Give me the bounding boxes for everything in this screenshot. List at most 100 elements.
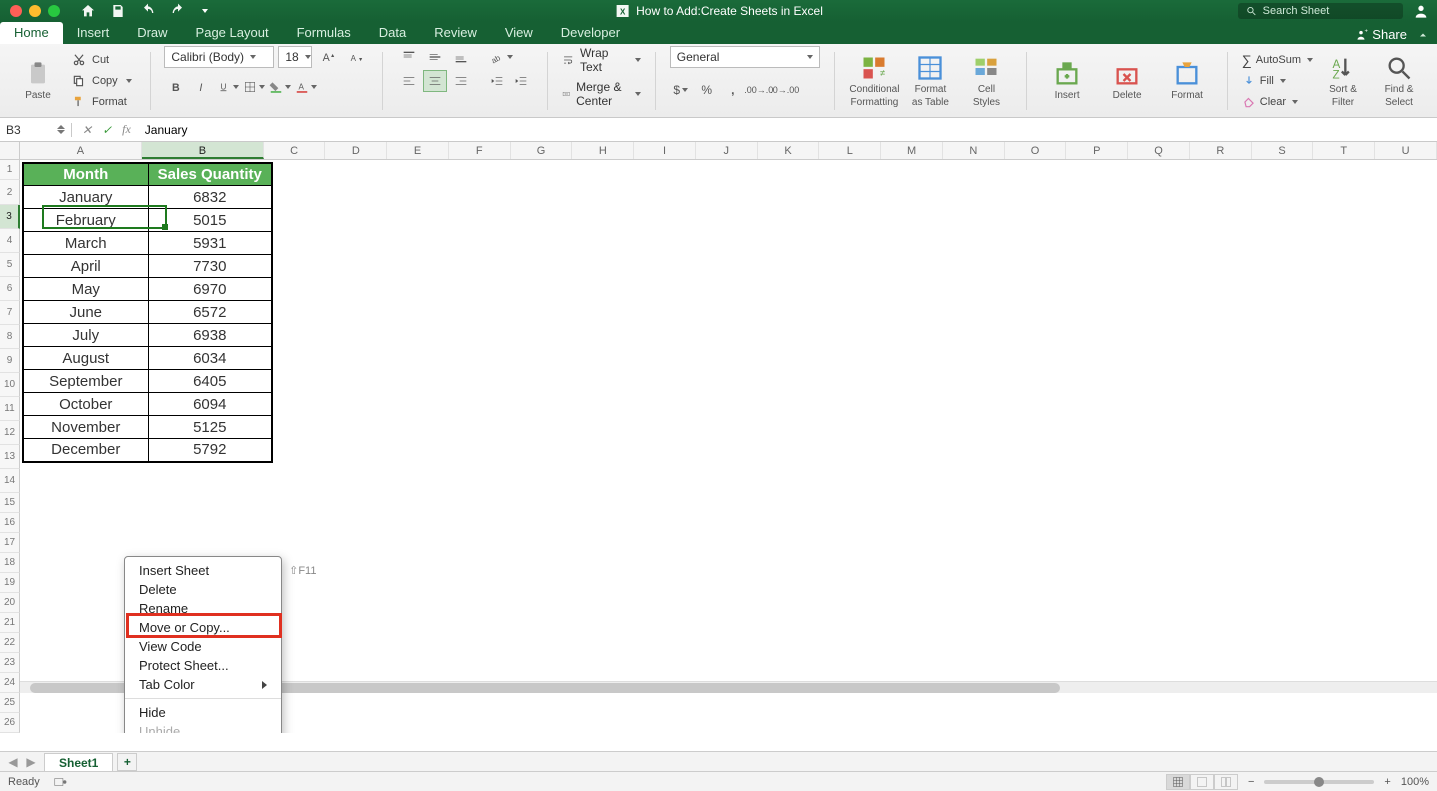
- borders-button[interactable]: [242, 76, 266, 98]
- column-header-F[interactable]: F: [449, 142, 511, 159]
- column-header-C[interactable]: C: [264, 142, 326, 159]
- context-menu-move-or-copy[interactable]: Move or Copy...: [125, 618, 281, 637]
- number-format-combo[interactable]: General: [670, 46, 820, 68]
- format-as-table-button[interactable]: Formatas Table: [904, 50, 956, 112]
- column-header-L[interactable]: L: [819, 142, 881, 159]
- font-name-combo[interactable]: Calibri (Body): [164, 46, 274, 68]
- table-cell[interactable]: 5015: [148, 209, 272, 232]
- increase-font-button[interactable]: A▲: [316, 46, 340, 68]
- table-cell[interactable]: November: [23, 416, 148, 439]
- column-header-J[interactable]: J: [696, 142, 758, 159]
- table-cell[interactable]: October: [23, 393, 148, 416]
- table-cell[interactable]: 6094: [148, 393, 272, 416]
- table-cell[interactable]: 6832: [148, 186, 272, 209]
- format-painter-button[interactable]: Format: [68, 92, 136, 112]
- ribbon-tab-data[interactable]: Data: [365, 22, 420, 44]
- wrap-text-button[interactable]: Wrap Text: [562, 46, 641, 74]
- context-menu-view-code[interactable]: View Code: [125, 637, 281, 656]
- row-header-15[interactable]: 15: [0, 493, 20, 513]
- table-cell[interactable]: February: [23, 209, 148, 232]
- redo-icon[interactable]: [170, 3, 186, 19]
- row-header-6[interactable]: 6: [0, 277, 20, 301]
- accounting-format-button[interactable]: $: [670, 80, 692, 100]
- row-header-23[interactable]: 23: [0, 653, 20, 673]
- row-header-11[interactable]: 11: [0, 397, 20, 421]
- italic-button[interactable]: I: [190, 76, 214, 98]
- fill-color-button[interactable]: [268, 76, 292, 98]
- row-header-26[interactable]: 26: [0, 713, 20, 733]
- column-header-D[interactable]: D: [325, 142, 387, 159]
- column-header-G[interactable]: G: [511, 142, 573, 159]
- bold-button[interactable]: B: [164, 76, 188, 98]
- underline-button[interactable]: U: [216, 76, 240, 98]
- insert-button[interactable]: Insert: [1041, 50, 1093, 112]
- page-break-view-button[interactable]: [1214, 774, 1238, 790]
- comma-format-button[interactable]: ,: [722, 80, 744, 100]
- sheet-nav-first[interactable]: ◀: [6, 755, 20, 769]
- add-sheet-button[interactable]: +: [117, 753, 137, 771]
- maximize-window-button[interactable]: [48, 5, 60, 17]
- table-cell[interactable]: May: [23, 278, 148, 301]
- row-header-10[interactable]: 10: [0, 373, 20, 397]
- row-header-1[interactable]: 1: [0, 160, 20, 180]
- zoom-slider[interactable]: [1264, 780, 1374, 784]
- increase-decimal-button[interactable]: .00→.0: [748, 80, 770, 100]
- column-header-H[interactable]: H: [572, 142, 634, 159]
- share-button[interactable]: + Share: [1354, 27, 1407, 42]
- table-cell[interactable]: 6034: [148, 347, 272, 370]
- column-header-M[interactable]: M: [881, 142, 943, 159]
- name-box[interactable]: B3: [0, 123, 72, 137]
- row-header-8[interactable]: 8: [0, 325, 20, 349]
- close-window-button[interactable]: [10, 5, 22, 17]
- row-header-14[interactable]: 14: [0, 469, 20, 493]
- align-right-button[interactable]: [449, 70, 473, 92]
- row-header-19[interactable]: 19: [0, 573, 20, 593]
- row-header-4[interactable]: 4: [0, 229, 20, 253]
- conditional-formatting-button[interactable]: ≠ConditionalFormatting: [848, 50, 900, 112]
- row-header-21[interactable]: 21: [0, 613, 20, 633]
- column-header-B[interactable]: B: [142, 142, 264, 159]
- save-icon[interactable]: [110, 3, 126, 19]
- row-header-2[interactable]: 2: [0, 180, 20, 205]
- context-menu-insert-sheet[interactable]: Insert Sheet⇧F11: [125, 561, 281, 580]
- table-cell[interactable]: July: [23, 324, 148, 347]
- cut-button[interactable]: Cut: [68, 50, 136, 70]
- table-cell[interactable]: 6405: [148, 370, 272, 393]
- row-header-24[interactable]: 24: [0, 673, 20, 693]
- table-cell[interactable]: September: [23, 370, 148, 393]
- table-cell[interactable]: April: [23, 255, 148, 278]
- ribbon-tab-home[interactable]: Home: [0, 22, 63, 44]
- paste-button[interactable]: Paste: [12, 50, 64, 112]
- row-header-25[interactable]: 25: [0, 693, 20, 713]
- table-cell[interactable]: 6938: [148, 324, 272, 347]
- table-cell[interactable]: 5792: [148, 439, 272, 462]
- sheet-tab-active[interactable]: Sheet1: [44, 753, 113, 772]
- autosum-button[interactable]: ∑AutoSum: [1242, 50, 1313, 70]
- table-cell[interactable]: January: [23, 186, 148, 209]
- qat-dropdown[interactable]: [202, 9, 208, 13]
- zoom-out-button[interactable]: −: [1248, 776, 1254, 788]
- table-cell[interactable]: 6970: [148, 278, 272, 301]
- column-header-A[interactable]: A: [20, 142, 143, 159]
- ribbon-tab-developer[interactable]: Developer: [547, 22, 634, 44]
- select-all-corner[interactable]: [0, 142, 20, 159]
- home-icon[interactable]: [80, 3, 96, 19]
- ribbon-tab-view[interactable]: View: [491, 22, 547, 44]
- page-layout-view-button[interactable]: [1190, 774, 1214, 790]
- increase-indent-button[interactable]: [509, 70, 533, 92]
- formula-input[interactable]: [141, 123, 1437, 137]
- column-header-O[interactable]: O: [1005, 142, 1067, 159]
- sheet-nav-prev[interactable]: ▶: [24, 755, 38, 769]
- find-select-button[interactable]: Find &Select: [1373, 50, 1425, 112]
- cancel-formula-icon[interactable]: ✕: [82, 123, 92, 137]
- decrease-decimal-button[interactable]: .0→.00: [774, 80, 796, 100]
- table-cell[interactable]: 6572: [148, 301, 272, 324]
- align-top-button[interactable]: [397, 46, 421, 68]
- row-header-17[interactable]: 17: [0, 533, 20, 553]
- worksheet-grid[interactable]: ABCDEFGHIJKLMNOPQRSTU 123456789101112131…: [0, 142, 1437, 733]
- zoom-level[interactable]: 100%: [1401, 776, 1429, 788]
- row-header-22[interactable]: 22: [0, 633, 20, 653]
- row-header-13[interactable]: 13: [0, 445, 20, 469]
- table-cell[interactable]: August: [23, 347, 148, 370]
- row-header-18[interactable]: 18: [0, 553, 20, 573]
